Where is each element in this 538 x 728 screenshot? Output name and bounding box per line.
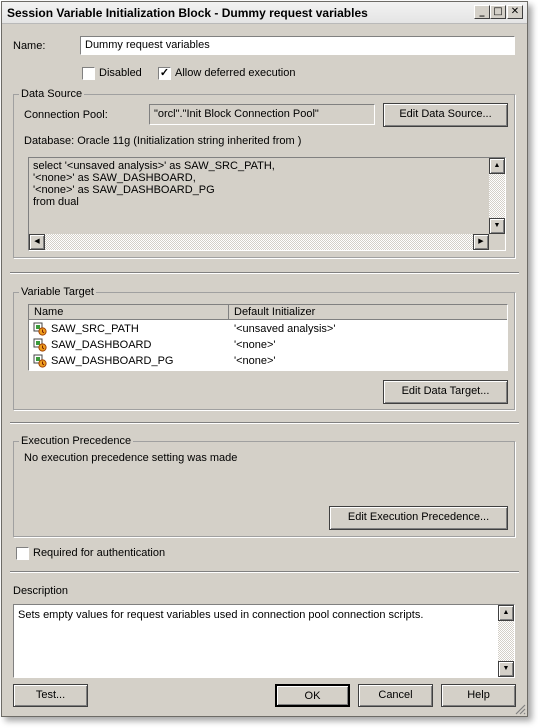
description-vertical-scrollbar[interactable]: ▲ ▼ (498, 605, 514, 677)
dialog-window: Session Variable Initialization Block - … (1, 1, 528, 717)
required-for-authentication-checkbox[interactable] (16, 547, 29, 560)
test-button[interactable]: Test... (13, 684, 88, 707)
variable-default: '<unsaved analysis>' (234, 323, 336, 335)
column-divider[interactable] (228, 305, 229, 320)
variable-name: SAW_DASHBOARD (51, 339, 152, 351)
variable-name: SAW_DASHBOARD_PG (51, 355, 174, 367)
separator (10, 272, 519, 274)
execution-precedence-title: Execution Precedence (19, 435, 134, 447)
data-source-title: Data Source (19, 88, 85, 100)
sql-line: '<none>' as SAW_DASHBOARD_PG (33, 184, 215, 196)
scroll-down-button[interactable]: ▼ (498, 661, 514, 677)
scroll-up-button[interactable]: ▲ (498, 605, 514, 621)
variable-target-title: Variable Target (19, 286, 96, 298)
variable-name: SAW_SRC_PATH (51, 323, 139, 335)
session-variable-icon (33, 322, 47, 336)
table-row[interactable]: SAW_SRC_PATH '<unsaved analysis>' (29, 321, 507, 337)
sql-line: select '<unsaved analysis>' as SAW_SRC_P… (33, 160, 275, 172)
sql-text: select '<unsaved analysis>' as SAW_SRC_P… (33, 160, 275, 208)
column-header-name[interactable]: Name (34, 306, 63, 318)
sql-horizontal-scrollbar[interactable]: ◀ ▶ (29, 234, 489, 250)
connection-pool-field: "orcl"."Init Block Connection Pool" (149, 104, 375, 125)
table-row[interactable]: SAW_DASHBOARD '<none>' (29, 337, 507, 353)
separator (10, 422, 519, 424)
edit-data-source-button[interactable]: Edit Data Source... (383, 103, 508, 127)
database-info: Database: Oracle 11g (Initialization str… (24, 135, 302, 147)
variable-default: '<none>' (234, 339, 276, 351)
maximize-button[interactable]: □ (490, 5, 506, 19)
required-for-authentication-label: Required for authentication (33, 547, 166, 559)
edit-execution-precedence-button[interactable]: Edit Execution Precedence... (329, 506, 508, 530)
sql-vertical-scrollbar[interactable]: ▲ ▼ (489, 158, 505, 234)
disabled-label: Disabled (99, 67, 142, 79)
minimize-button[interactable]: _ (474, 5, 490, 19)
connection-pool-label: Connection Pool: (24, 109, 108, 121)
scroll-left-button[interactable]: ◀ (29, 234, 45, 250)
window-title: Session Variable Initialization Block - … (7, 6, 368, 20)
cancel-button[interactable]: Cancel (358, 684, 433, 707)
variable-default: '<none>' (234, 355, 276, 367)
table-row[interactable]: SAW_DASHBOARD_PG '<none>' (29, 353, 507, 369)
close-button[interactable]: ✕ (507, 5, 523, 19)
deferred-execution-checkbox[interactable]: ✓ (158, 67, 171, 80)
scroll-up-button[interactable]: ▲ (489, 158, 505, 174)
table-header: Name Default Initializer (29, 305, 507, 320)
ok-button[interactable]: OK (275, 684, 350, 707)
help-button[interactable]: Help (441, 684, 516, 707)
scroll-down-button[interactable]: ▼ (489, 218, 505, 234)
sql-textarea[interactable]: select '<unsaved analysis>' as SAW_SRC_P… (28, 157, 506, 251)
scroll-right-button[interactable]: ▶ (473, 234, 489, 250)
disabled-checkbox[interactable] (82, 67, 95, 80)
scroll-corner (489, 234, 505, 250)
session-variable-icon (33, 354, 47, 368)
title-bar[interactable]: Session Variable Initialization Block - … (2, 2, 527, 24)
resize-grip-icon[interactable] (514, 703, 526, 715)
separator (10, 571, 519, 573)
name-label: Name: (13, 40, 46, 52)
description-textarea[interactable]: Sets empty values for request variables … (13, 604, 515, 678)
variable-target-table[interactable]: Name Default Initializer SAW_SRC_PATH '<… (28, 304, 508, 371)
sql-line: from dual (33, 196, 79, 208)
edit-data-target-button[interactable]: Edit Data Target... (383, 380, 508, 404)
deferred-execution-label: Allow deferred execution (175, 67, 296, 79)
sql-line: '<none>' as SAW_DASHBOARD, (33, 172, 196, 184)
description-label: Description (13, 585, 69, 597)
session-variable-icon (33, 338, 47, 352)
column-header-default-initializer[interactable]: Default Initializer (234, 306, 315, 318)
execution-precedence-message: No execution precedence setting was made (24, 452, 238, 464)
description-text: Sets empty values for request variables … (18, 609, 424, 621)
name-input[interactable]: Dummy request variables (80, 36, 515, 55)
